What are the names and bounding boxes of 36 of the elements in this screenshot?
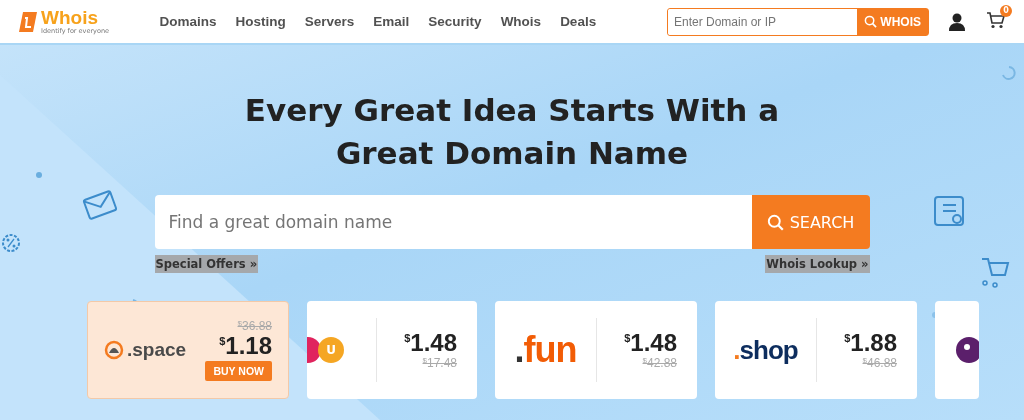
nav-link[interactable]: Security <box>418 14 492 29</box>
brand-name: Whois <box>41 8 99 27</box>
user-icon[interactable] <box>948 12 966 31</box>
cart-count-badge: 0 <box>1000 4 1012 17</box>
old-price: $36.88 <box>237 319 272 333</box>
price: $1.88 <box>844 330 897 356</box>
price: $1.48 <box>624 330 677 356</box>
whois-logo-icon <box>17 9 39 34</box>
old-price: $17.48 <box>422 356 457 370</box>
nav-link[interactable]: Domains <box>150 14 226 29</box>
crescent-icon <box>1002 66 1016 80</box>
nav-link[interactable]: Deals <box>550 14 606 29</box>
discount-icon <box>2 234 20 252</box>
hero-link[interactable]: Special Offers » <box>154 255 259 273</box>
search-icon <box>864 15 878 28</box>
domain-search-field[interactable]: Find a great domain name <box>154 195 752 249</box>
shopping-cart-icon <box>981 258 1010 288</box>
nav-link[interactable]: Email <box>363 14 419 29</box>
document-search-icon <box>934 196 964 226</box>
domain-logo: U <box>318 337 344 363</box>
old-price: $46.88 <box>862 356 897 370</box>
domain-logo: .shop <box>733 334 798 366</box>
domain-logo: .fun <box>514 329 577 371</box>
nav-link[interactable]: Servers <box>295 14 364 29</box>
nav-link[interactable]: Hosting <box>226 14 296 29</box>
search-icon <box>766 213 784 231</box>
price: $1.18 <box>219 333 272 359</box>
helmet-logo-icon <box>104 340 124 360</box>
nav-link[interactable]: Whois <box>491 14 551 29</box>
hero-title: Every Great Idea Starts With a Great Domain Name <box>244 91 780 173</box>
domain-logo: .space <box>127 339 187 361</box>
dot-icon <box>36 172 42 178</box>
price: $1.48 <box>404 330 457 356</box>
hero-link[interactable]: Whois Lookup » <box>765 255 870 273</box>
envelope-icon <box>82 189 118 221</box>
old-price: $42.88 <box>642 356 677 370</box>
